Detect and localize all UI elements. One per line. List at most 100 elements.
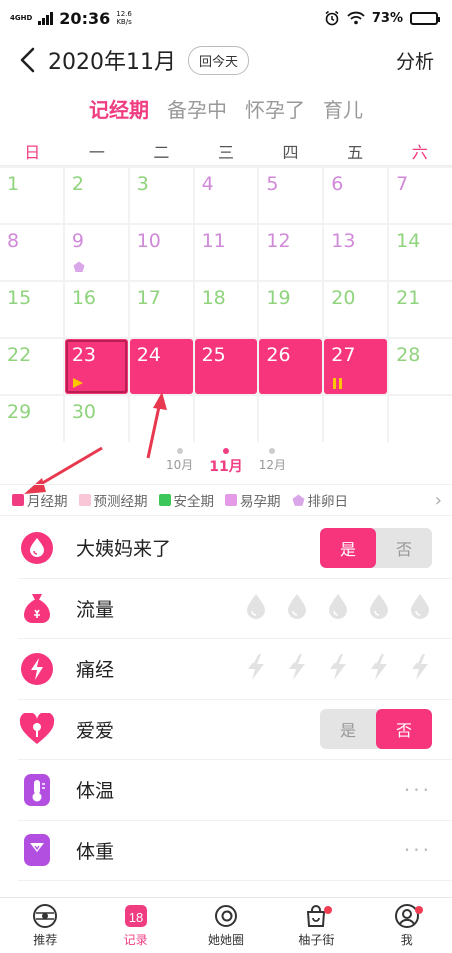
more-icon[interactable]: ··· [404, 838, 432, 862]
calendar-day[interactable]: 9 [64, 225, 128, 280]
nav-shop[interactable]: 柚子街 [271, 898, 361, 953]
day-number: 30 [71, 401, 97, 423]
calendar-day[interactable]: 22 [0, 339, 63, 394]
chevron-right-icon[interactable]: › [435, 490, 442, 511]
nav-recommend[interactable]: 推荐 [0, 898, 90, 953]
cramp-lightning-icon[interactable] [408, 653, 432, 685]
calendar-day[interactable]: 20 [324, 282, 388, 337]
weekday-label: 日 [24, 142, 41, 162]
record-love: 爱爱 是 否 [18, 700, 452, 760]
flow-drop-icon[interactable] [408, 592, 432, 624]
flow-bag-icon [18, 589, 56, 627]
calendar-day[interactable]: 1 [0, 168, 63, 223]
flow-drop-icon[interactable] [367, 592, 391, 624]
nav-label: 她她圈 [207, 933, 244, 947]
day-number: 17 [136, 287, 161, 309]
love-no-button[interactable]: 否 [376, 709, 432, 750]
calendar-day[interactable]: 13 [324, 225, 388, 280]
day-number: 8 [7, 230, 20, 252]
calendar-day[interactable]: 2 [64, 168, 128, 223]
nav-record[interactable]: 18 记录 [90, 898, 180, 953]
calendar-day[interactable]: 5 [259, 168, 323, 223]
day-number: 10 [136, 230, 161, 252]
network-speed: 12.6 KB/s [116, 10, 132, 26]
flow-drop-icon[interactable] [244, 592, 268, 624]
back-button[interactable] [18, 45, 44, 75]
calendar-day[interactable]: 28 [389, 339, 452, 394]
period-no-button[interactable]: 否 [376, 528, 432, 568]
calendar-day[interactable]: 19 [259, 282, 323, 337]
cramp-lightning-icon[interactable] [285, 653, 309, 685]
calendar-day[interactable]: 17 [129, 282, 193, 337]
calendar-day[interactable]: 29 [0, 396, 63, 451]
love-yes-button[interactable]: 是 [320, 709, 376, 749]
calendar-day[interactable]: 30 [64, 396, 128, 451]
day-number: 27 [331, 344, 356, 366]
scale-icon [18, 831, 56, 869]
calendar-day[interactable]: 6 [324, 168, 388, 223]
calendar-icon: 18 [124, 905, 147, 927]
clock: 20:36 [59, 8, 111, 28]
day-number: 21 [396, 287, 421, 309]
calendar-empty-cell [389, 396, 452, 451]
calendar-day[interactable]: 16 [64, 282, 128, 337]
calendar-day[interactable]: 11 [194, 225, 258, 280]
calendar-day[interactable]: 12 [259, 225, 323, 280]
calendar-day[interactable]: 21 [389, 282, 452, 337]
calendar-day[interactable]: 27 [324, 339, 388, 394]
weekday-label: 二 [153, 142, 170, 162]
flow-drop-icon[interactable] [326, 592, 350, 624]
analysis-button[interactable]: 分析 [396, 47, 434, 74]
day-number: 15 [7, 287, 32, 309]
record-weight[interactable]: 体重 ··· [18, 821, 452, 881]
love-label: 爱爱 [76, 719, 115, 742]
tab-parenting[interactable]: 育儿 [323, 88, 363, 132]
legend-fertile-period: 易孕期 [225, 490, 281, 510]
legend[interactable]: 月经期 预测经期 安全期 易孕期 排卵日 › [0, 484, 452, 516]
thermometer-icon [18, 771, 56, 809]
nav-me[interactable]: 我 [362, 898, 452, 953]
period-yes-button[interactable]: 是 [320, 527, 376, 568]
calendar-day[interactable]: 25 [194, 339, 258, 394]
nav-label: 记录 [123, 933, 148, 947]
day-number: 1 [7, 173, 20, 195]
cramp-lightning-icon[interactable] [244, 653, 268, 685]
cramp-lightning-icon[interactable] [326, 653, 350, 685]
nav-community[interactable]: 她她圈 [181, 898, 271, 953]
calendar-day[interactable]: 26 [259, 339, 323, 394]
period-start-icon [72, 378, 83, 388]
tab-pregnant[interactable]: 怀孕了 [245, 88, 305, 132]
month-november[interactable]: 11月 [209, 448, 243, 480]
legend-predicted-period: 预测经期 [78, 490, 148, 510]
calendar-day[interactable]: 15 [0, 282, 63, 337]
battery-icon [410, 11, 440, 25]
tab-period[interactable]: 记经期 [89, 88, 149, 132]
notification-badge [414, 906, 423, 914]
cramp-lightning-icon[interactable] [367, 653, 391, 685]
calendar-day[interactable]: 14 [389, 225, 452, 280]
calendar-day[interactable]: 23 [64, 339, 128, 394]
calendar-day[interactable]: 24 [129, 339, 193, 394]
weekday-header: 日 一 二 三 四 五 六 [0, 136, 452, 166]
calendar-day[interactable]: 10 [129, 225, 193, 280]
weight-label: 体重 [76, 840, 115, 863]
month-december[interactable]: 12月 [259, 448, 286, 480]
flow-drop-icon[interactable] [285, 592, 309, 624]
legend-period: 月经期 [12, 490, 68, 510]
calendar-day[interactable]: 7 [389, 168, 452, 223]
calendar-day[interactable]: 3 [129, 168, 193, 223]
record-period-started: 大姨妈来了 是 否 [18, 518, 452, 579]
record-temperature[interactable]: 体温 ··· [18, 760, 452, 821]
day-number: 29 [7, 401, 32, 423]
month-october[interactable]: 10月 [166, 448, 193, 480]
flow-label: 流量 [76, 598, 115, 621]
day-number: 25 [201, 344, 226, 366]
calendar-day[interactable]: 8 [0, 225, 63, 280]
tab-trying-to-conceive[interactable]: 备孕中 [167, 88, 227, 132]
more-icon[interactable]: ··· [404, 778, 432, 802]
calendar-day[interactable]: 18 [194, 282, 258, 337]
calendar-day[interactable]: 4 [194, 168, 258, 223]
day-number: 16 [71, 287, 97, 309]
day-number: 12 [266, 230, 291, 252]
back-to-today-button[interactable]: 回今天 [187, 45, 249, 75]
